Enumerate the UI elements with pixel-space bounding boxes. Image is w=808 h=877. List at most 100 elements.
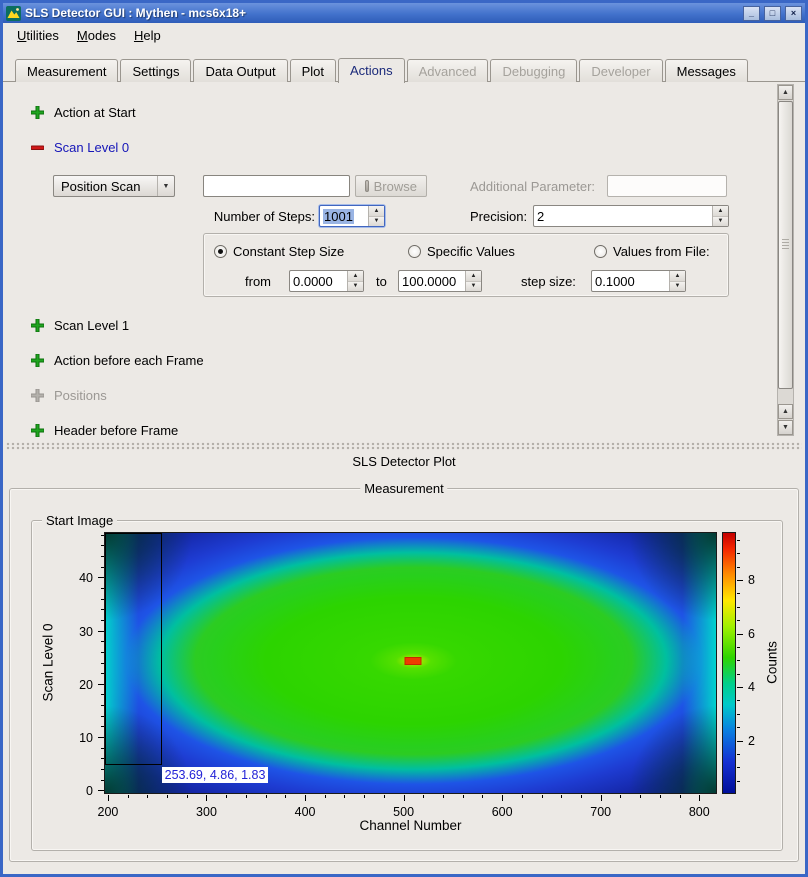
close-button[interactable]: ×: [785, 6, 802, 21]
precision-value[interactable]: 2: [534, 206, 712, 226]
cbminor: [737, 647, 740, 648]
radio-specific-values[interactable]: Specific Values: [408, 243, 515, 259]
scroll-up-button[interactable]: ▲: [778, 404, 793, 419]
menu-bar: Utilities Modes Help: [3, 23, 805, 48]
radio-button-icon[interactable]: [214, 245, 227, 258]
heatmap-peak-marker: [405, 657, 422, 665]
tab-messages[interactable]: Messages: [665, 59, 748, 82]
scan-level-1-row[interactable]: Scan Level 1: [31, 317, 129, 333]
scan-level-1-label[interactable]: Scan Level 1: [54, 318, 129, 333]
expand-plus-icon[interactable]: [31, 424, 44, 437]
spin-down-icon[interactable]: ▼: [369, 216, 384, 227]
menu-item-modes[interactable]: Modes: [68, 25, 125, 46]
x-axis-tickmarks: [104, 795, 717, 802]
action-at-start-row[interactable]: Action at Start: [31, 104, 136, 120]
maximize-button[interactable]: □: [764, 6, 781, 21]
scan-mode-select[interactable]: Position Scan ▼: [53, 175, 175, 197]
from-spinbox[interactable]: 0.0000 ▲▼: [289, 270, 364, 292]
additional-parameter-input: [607, 175, 727, 197]
spin-up-icon[interactable]: ▲: [369, 206, 384, 216]
radio-button-icon[interactable]: [408, 245, 421, 258]
to-value[interactable]: 100.0000: [399, 271, 465, 291]
tab-debugging: Debugging: [490, 59, 577, 82]
chevron-down-icon[interactable]: ▼: [157, 176, 174, 196]
number-of-steps-spinbox[interactable]: 1001 ▲▼: [319, 205, 385, 227]
expand-plus-icon[interactable]: [31, 106, 44, 119]
header-before-frame-row[interactable]: Header before Frame: [31, 422, 178, 438]
action-before-each-frame-label[interactable]: Action before each Frame: [54, 353, 204, 368]
menu-item-utilities[interactable]: Utilities: [8, 25, 68, 46]
header-before-frame-label[interactable]: Header before Frame: [54, 423, 178, 438]
cbmark: [737, 741, 743, 742]
tab-settings[interactable]: Settings: [120, 59, 191, 82]
radio-constant-step-size[interactable]: Constant Step Size: [214, 243, 344, 259]
tab-bar: Measurement Settings Data Output Plot Ac…: [3, 56, 805, 82]
cbminor: [737, 593, 740, 594]
spin-down-icon[interactable]: ▼: [466, 281, 481, 292]
tab-actions[interactable]: Actions: [338, 58, 405, 83]
radio-values-from-file[interactable]: Values from File:: [594, 243, 710, 259]
vertical-scrollbar[interactable]: ▲ ▲ ▼: [777, 84, 794, 436]
action-at-start-label[interactable]: Action at Start: [54, 105, 136, 120]
xlab: 400: [295, 805, 316, 819]
spin-up-icon[interactable]: ▲: [348, 271, 363, 281]
precision-spinbox[interactable]: 2 ▲▼: [533, 205, 729, 227]
cbminor: [737, 660, 740, 661]
radio-file-label: Values from File:: [613, 244, 710, 259]
spin-down-icon[interactable]: ▼: [348, 281, 363, 292]
plot-dock-title[interactable]: SLS Detector Plot: [3, 454, 805, 470]
app-window: SLS Detector GUI : Mythen - mcs6x18+ _ □…: [0, 0, 808, 877]
scan-level-0-label[interactable]: Scan Level 0: [54, 140, 129, 155]
spin-up-icon[interactable]: ▲: [713, 206, 728, 216]
step-size-spinbox[interactable]: 0.1000 ▲▼: [591, 270, 686, 292]
script-file-input[interactable]: [203, 175, 350, 197]
spin-down-icon[interactable]: ▼: [670, 281, 685, 292]
xminor: [640, 795, 641, 798]
tab-developer: Developer: [579, 59, 662, 82]
ylab: 20: [79, 678, 93, 692]
expand-plus-icon[interactable]: [31, 354, 44, 367]
actions-tab-page: Action at Start Scan Level 0 Position Sc…: [3, 82, 805, 438]
xminor: [660, 795, 661, 798]
step-size-value[interactable]: 0.1000: [592, 271, 669, 291]
scroll-up-button[interactable]: ▲: [778, 85, 793, 100]
scroll-down-button[interactable]: ▼: [778, 420, 793, 435]
tab-plot[interactable]: Plot: [290, 59, 336, 82]
zoom-selection-rectangle[interactable]: [105, 533, 162, 765]
cbminor: [737, 567, 740, 568]
spin-up-icon[interactable]: ▲: [670, 271, 685, 281]
title-bar[interactable]: SLS Detector GUI : Mythen - mcs6x18+ _ □…: [3, 3, 805, 23]
scrollbar-thumb[interactable]: [778, 101, 793, 389]
spin-up-icon[interactable]: ▲: [466, 271, 481, 281]
radio-button-icon[interactable]: [594, 245, 607, 258]
splitter-handle[interactable]: [3, 440, 805, 452]
cblab: 8: [748, 573, 755, 587]
positions-row: Positions: [31, 387, 107, 403]
cbminor: [737, 754, 740, 755]
scan-level-0-row[interactable]: Scan Level 0: [31, 139, 129, 155]
xminor: [325, 795, 326, 798]
expand-plus-icon[interactable]: [31, 319, 44, 332]
action-before-each-frame-row[interactable]: Action before each Frame: [31, 352, 204, 368]
tab-data-output[interactable]: Data Output: [193, 59, 287, 82]
xmark: [305, 795, 306, 801]
ylab: 40: [79, 571, 93, 585]
xmark: [108, 795, 109, 801]
minimize-button[interactable]: _: [743, 6, 760, 21]
menu-item-help[interactable]: Help: [125, 25, 170, 46]
step-mode-groupbox: Constant Step Size Specific Values Value…: [203, 233, 729, 297]
collapse-minus-icon[interactable]: [31, 141, 44, 154]
xlab: 500: [393, 805, 414, 819]
xminor: [147, 795, 148, 798]
colorbar-title: Counts: [765, 543, 780, 783]
cursor-position-tooltip: 253.69, 4.86, 1.83: [162, 767, 269, 783]
from-value[interactable]: 0.0000: [290, 271, 347, 291]
tab-measurement[interactable]: Measurement: [15, 59, 118, 82]
number-of-steps-value[interactable]: 1001: [323, 209, 354, 224]
positions-label: Positions: [54, 388, 107, 403]
spin-down-icon[interactable]: ▼: [713, 216, 728, 227]
heatmap-plot-canvas[interactable]: 253.69, 4.86, 1.83: [104, 532, 717, 794]
to-spinbox[interactable]: 100.0000 ▲▼: [398, 270, 482, 292]
xmark: [601, 795, 602, 801]
browse-button: Browse: [355, 175, 427, 197]
